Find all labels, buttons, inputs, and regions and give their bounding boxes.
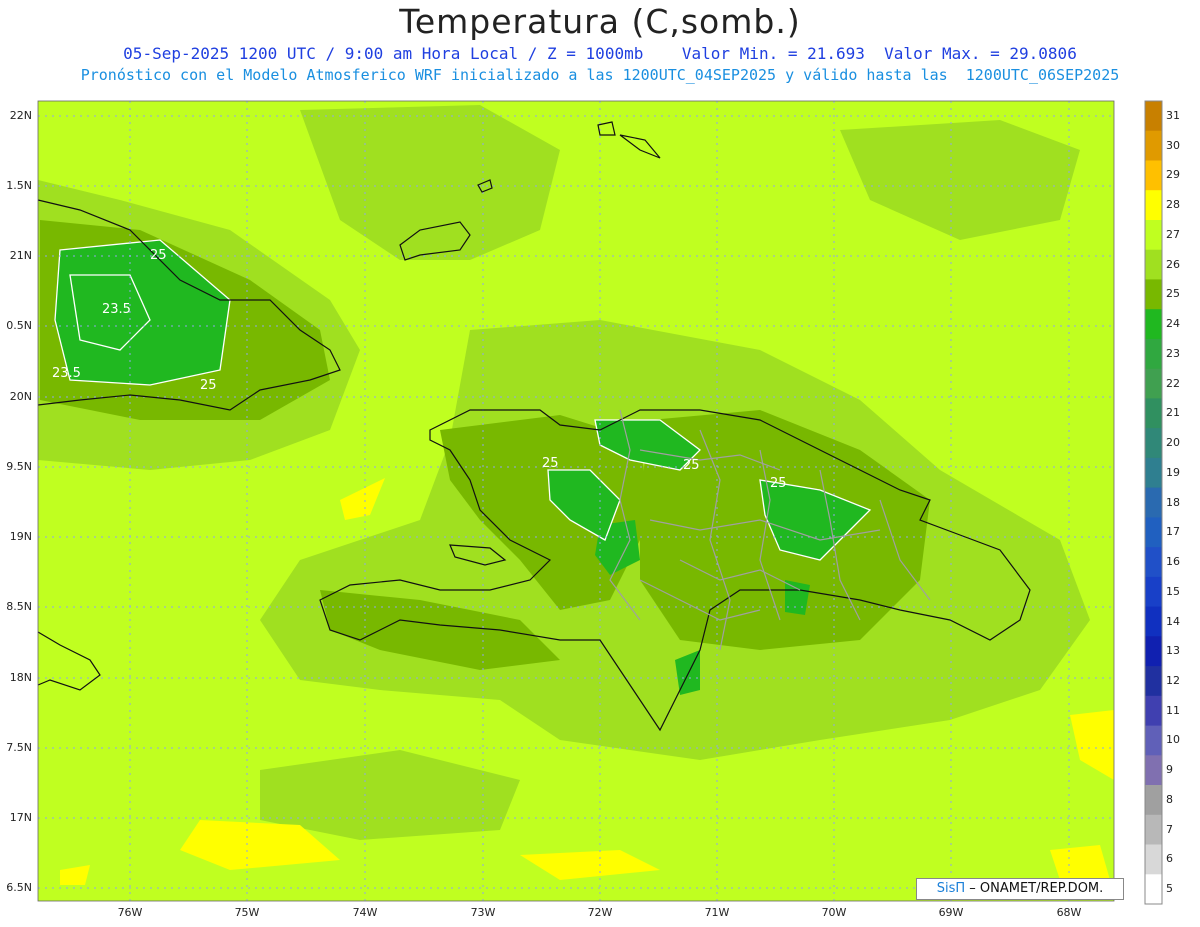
- y-axis-label: 17N: [9, 811, 32, 824]
- colorbar-label: 27: [1166, 227, 1180, 241]
- contour-label: 25: [200, 378, 217, 393]
- credit-brand: SisΠ: [936, 881, 966, 896]
- colorbar-label: 18: [1166, 495, 1180, 509]
- colorbar-swatch: [1145, 666, 1162, 697]
- y-axis-label: 18N: [9, 671, 32, 684]
- colorbar-swatch: [1145, 606, 1162, 637]
- colorbar-swatch: [1145, 547, 1162, 578]
- colorbar-swatch: [1145, 517, 1162, 548]
- colorbar-swatch: [1145, 695, 1162, 726]
- colorbar-label: 20: [1166, 436, 1180, 449]
- x-axis-label: 68W: [1056, 906, 1082, 919]
- colorbar-swatch: [1145, 338, 1162, 370]
- x-axis-label: 74W: [352, 906, 378, 919]
- x-axis-label: 75W: [234, 906, 260, 919]
- contour-label: 25: [150, 248, 167, 263]
- colorbar-swatch: [1145, 874, 1162, 905]
- contour-label: 25: [542, 456, 559, 471]
- colorbar-label: 10: [1166, 733, 1180, 747]
- colorbar-label: 25: [1166, 287, 1180, 301]
- credit-text: – ONAMET/REP.DOM.: [965, 881, 1104, 896]
- colorbar-label: 7: [1166, 822, 1173, 836]
- y-axis-label: 8.5N: [6, 600, 32, 613]
- colorbar-label: 29: [1166, 168, 1180, 182]
- colorbar-swatch: [1145, 457, 1162, 489]
- colorbar-swatch: [1145, 101, 1162, 132]
- x-axis-label: 72W: [587, 906, 613, 919]
- colorbar-swatch: [1145, 725, 1162, 756]
- colorbar-label: 19: [1166, 465, 1180, 479]
- colorbar-swatch: [1145, 220, 1162, 251]
- colorbar-swatch: [1145, 814, 1162, 845]
- contour-label: 23.5: [102, 302, 131, 317]
- colorbar-label: 9: [1166, 763, 1173, 777]
- x-axis-label: 73W: [470, 906, 496, 919]
- colorbar-label: 17: [1166, 525, 1180, 539]
- credit-box: SisΠ – ONAMET/REP.DOM.: [916, 878, 1124, 900]
- colorbar-label: 6: [1166, 852, 1173, 866]
- colorbar-label: 22: [1166, 376, 1180, 390]
- colorbar-label: 14: [1166, 614, 1180, 628]
- y-axis-label: 0.5N: [6, 319, 32, 332]
- colorbar-label: 15: [1166, 584, 1180, 598]
- x-axis-label: 71W: [704, 906, 730, 919]
- colorbar-label: 24: [1166, 317, 1180, 331]
- colorbar-swatch: [1145, 576, 1162, 608]
- colorbar: [1145, 101, 1162, 905]
- colorbar-label: 5: [1166, 882, 1173, 896]
- y-axis-label: 6.5N: [6, 881, 32, 894]
- colorbar-label: 11: [1166, 703, 1180, 717]
- colorbar-label: 16: [1166, 555, 1180, 568]
- x-axis-label: 70W: [821, 906, 847, 919]
- colorbar-swatch: [1145, 398, 1162, 429]
- colorbar-swatch: [1145, 428, 1162, 459]
- colorbar-swatch: [1145, 249, 1162, 280]
- colorbar-label: 26: [1166, 257, 1180, 271]
- colorbar-label: 23: [1166, 346, 1180, 360]
- y-axis-label: 22N: [9, 109, 32, 122]
- contour-label: 23.5: [52, 366, 81, 381]
- colorbar-swatch: [1145, 487, 1162, 518]
- temperature-map: [37, 100, 1163, 905]
- colorbar-label: 12: [1166, 673, 1180, 687]
- contour-label: 25: [770, 476, 787, 491]
- x-axis-label: 69W: [938, 906, 964, 919]
- colorbar-swatch: [1145, 844, 1162, 875]
- colorbar-swatch: [1145, 130, 1162, 161]
- colorbar-label: 28: [1166, 198, 1180, 212]
- field-yellow-6: [1050, 845, 1110, 880]
- colorbar-label: 8: [1166, 792, 1173, 806]
- x-axis-label: 76W: [117, 906, 143, 919]
- y-axis-label: 20N: [9, 390, 32, 403]
- colorbar-label: 31: [1166, 108, 1180, 122]
- colorbar-label: 13: [1166, 644, 1180, 658]
- colorbar-swatch: [1145, 279, 1162, 310]
- colorbar-swatch: [1145, 190, 1162, 221]
- colorbar-label: 21: [1166, 406, 1180, 420]
- colorbar-swatch: [1145, 309, 1162, 340]
- colorbar-swatch: [1145, 755, 1162, 786]
- colorbar-swatch: [1145, 636, 1162, 667]
- colorbar-label: 30: [1166, 138, 1180, 152]
- colorbar-swatch: [1145, 368, 1162, 399]
- y-axis-label: 7.5N: [6, 741, 32, 754]
- colorbar-swatch: [1145, 785, 1162, 816]
- contour-label: 25: [683, 458, 700, 473]
- y-axis-label: 19N: [9, 530, 32, 543]
- y-axis-label: 21N: [9, 249, 32, 262]
- y-axis-label: 9.5N: [6, 460, 32, 473]
- y-axis-label: 1.5N: [6, 179, 32, 192]
- colorbar-swatch: [1145, 160, 1162, 191]
